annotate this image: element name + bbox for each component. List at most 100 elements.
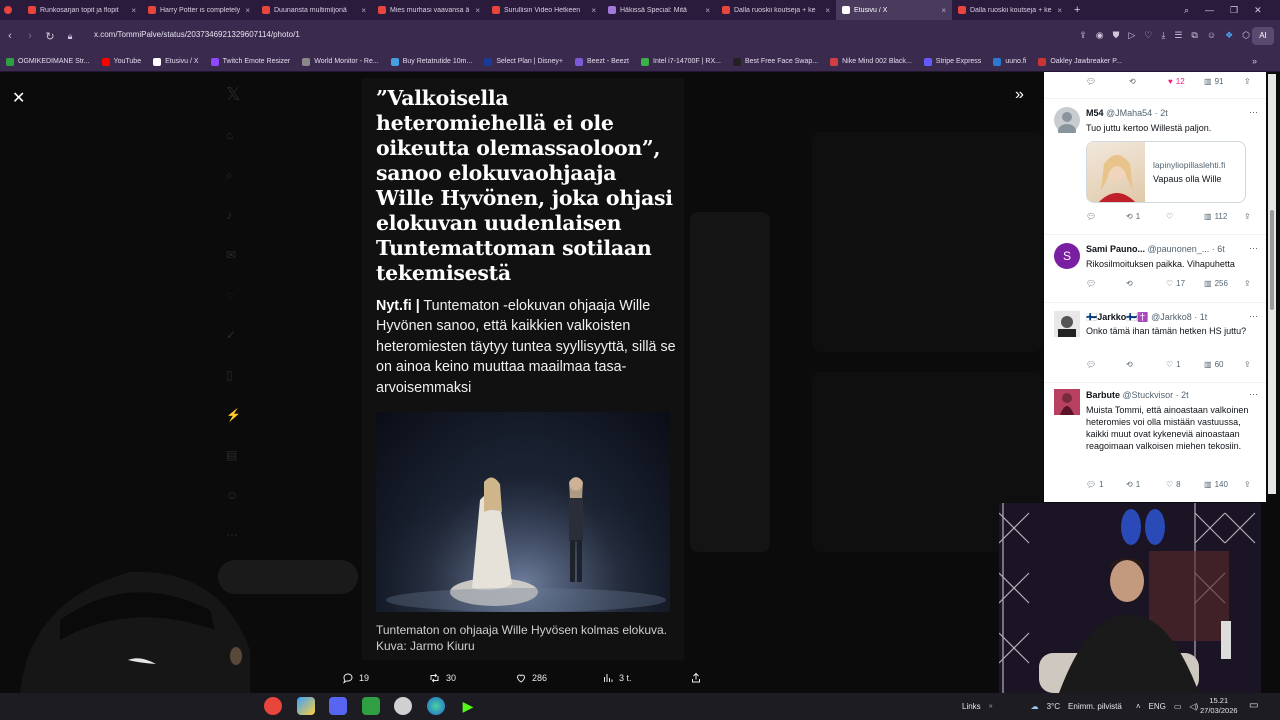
volume-icon[interactable]: ◁) (1189, 702, 1198, 711)
like-button[interactable]: ♡ 8 (1166, 480, 1181, 489)
opera-logo-icon[interactable] (0, 0, 22, 20)
chevron-right-icon[interactable]: » (1015, 86, 1024, 104)
bookmark-item[interactable]: Twitch Emote Resizer (205, 57, 297, 66)
shield-icon[interactable]: ⛊ (1113, 30, 1120, 41)
helmet-taskbar-icon[interactable] (394, 697, 412, 715)
share-icon[interactable]: ⇪ (1244, 212, 1251, 221)
edge-taskbar-icon[interactable] (427, 697, 445, 715)
browser-tab[interactable]: Mies murhasi vaavansa ä × (372, 0, 486, 20)
browser-tab[interactable]: Häkissä Special: Mitä × (602, 0, 716, 20)
repost-button[interactable]: ⟲ 1 (1126, 212, 1140, 221)
extensions-icon[interactable]: ⧉ (1191, 30, 1197, 41)
bookmark-item[interactable]: Buy Retatrutide 10m... (385, 57, 479, 66)
repost-icon[interactable]: ⟲ (1129, 77, 1136, 86)
opera-taskbar-icon[interactable] (264, 697, 282, 715)
share-icon[interactable]: ⇪ (1244, 360, 1251, 369)
bookmark-item[interactable]: Oakley Jawbreaker P... (1032, 57, 1127, 66)
replies-scroll-thumb[interactable] (1270, 210, 1274, 310)
bookmark-item[interactable]: Best Free Face Swap... (727, 57, 824, 66)
like-button[interactable]: ♡ 17 (1166, 279, 1185, 288)
reply-author[interactable]: Barbute @Stuckvisor · 2t (1086, 390, 1189, 400)
lang-indicator[interactable]: ENG (1149, 702, 1166, 711)
restore-icon[interactable]: ❐ (1230, 5, 1238, 16)
bookmark-item[interactable]: Nike Mind 002 Black... (824, 57, 918, 66)
reply-author[interactable]: Sami Pauno... @paunonen_... · 6t (1086, 244, 1225, 254)
top-views[interactable]: ▥ 91 (1204, 77, 1223, 86)
ext-blue-icon[interactable]: ❖ (1225, 30, 1233, 41)
reply-button[interactable]: 💬︎ 1 (1086, 480, 1104, 489)
avatar[interactable] (1054, 389, 1080, 415)
top-like[interactable]: ♥ 12 (1168, 77, 1185, 86)
links-chevron-icon[interactable]: » (989, 703, 993, 710)
repost-icon[interactable]: ⟲ (1126, 360, 1133, 369)
bookmark-item[interactable]: uuno.fi (987, 57, 1032, 66)
reply-icon[interactable]: 💬︎ (1086, 212, 1096, 221)
tab-close-icon[interactable]: × (825, 6, 830, 15)
avatar[interactable]: S (1054, 243, 1080, 269)
reply-icon[interactable]: 💬︎ (1086, 279, 1096, 288)
views-button[interactable]: ▥ 60 (1204, 360, 1223, 369)
reply-icon[interactable]: 💬︎ (1086, 77, 1096, 86)
terminal-taskbar-icon[interactable] (362, 697, 380, 715)
ai-button[interactable]: AI (1252, 27, 1274, 45)
tab-close-icon[interactable]: × (475, 6, 480, 15)
close-icon[interactable]: ✕ (12, 88, 25, 108)
like-button[interactable]: ♡ 1 (1166, 360, 1181, 369)
reply-item[interactable]: 🇫🇮Jarkko🇫🇮✝️ @Jarkko8 · 1t ⋯ Onko tämä i… (1044, 302, 1266, 382)
reply-item[interactable]: S Sami Pauno... @paunonen_... · 6t ⋯ Rik… (1044, 234, 1266, 302)
more-icon[interactable]: ⋯ (1249, 389, 1258, 400)
bookmark-item[interactable]: Select Plan | Disney+ (478, 57, 569, 66)
network-icon[interactable]: ▭ (1174, 702, 1182, 711)
tab-close-icon[interactable]: × (941, 6, 946, 15)
weather-text[interactable]: Enimm. pilvistä (1068, 702, 1122, 711)
url-field[interactable]: x.com/TommiPalve/status/2037346921329607… (94, 30, 300, 39)
new-tab-button[interactable]: + (1068, 0, 1086, 20)
bookmark-item[interactable]: Etusivu / X (147, 57, 204, 66)
views-button[interactable]: ▥ 112 (1204, 212, 1227, 221)
browser-tab[interactable]: Duunarista multimiljonä × (256, 0, 372, 20)
bookmark-item[interactable]: Intel i7-14700F | RX... (635, 57, 727, 66)
camera-icon[interactable]: ◉ (1096, 30, 1104, 41)
reply-author[interactable]: 🇫🇮Jarkko🇫🇮✝️ @Jarkko8 · 1t (1086, 312, 1207, 323)
like-button[interactable]: 286 (515, 672, 547, 684)
share-icon[interactable]: ⇪ (1244, 77, 1251, 86)
browser-tab[interactable]: Dalla ruoskii koutseja + ke × (952, 0, 1068, 20)
tab-close-icon[interactable]: × (1057, 6, 1062, 15)
repost-button[interactable]: 30 (428, 672, 456, 684)
minimize-icon[interactable]: — (1205, 5, 1214, 15)
notifications-icon[interactable]: ▭ (1249, 700, 1258, 711)
app-taskbar-icon[interactable] (297, 697, 315, 715)
menu-icon[interactable]: ☰ (1174, 30, 1182, 41)
share-page-icon[interactable]: ⇪ (1079, 30, 1087, 41)
more-icon[interactable]: ⋯ (1249, 243, 1258, 254)
views-button[interactable]: ▥ 256 (1204, 279, 1228, 288)
views-button[interactable]: 3 t. (602, 672, 632, 684)
more-icon[interactable]: ⋯ (1249, 107, 1258, 118)
back-icon[interactable]: ‹ (0, 30, 20, 42)
repost-icon[interactable]: ⟲ (1126, 279, 1133, 288)
browser-tab[interactable]: Dalla ruoskii koutseja + ke × (716, 0, 836, 20)
reply-author[interactable]: M54 @JMaha54 · 2t (1086, 108, 1168, 118)
bookmark-item[interactable]: World Monitor - Re... (296, 57, 384, 66)
bookmark-item[interactable]: OGMIKEDIMANE Str... (0, 57, 96, 66)
browser-tab[interactable]: Harry Potter is completely × (142, 0, 256, 20)
reply-button[interactable]: 19 (342, 672, 369, 684)
discord-taskbar-icon[interactable] (329, 697, 347, 715)
browser-tab[interactable]: Surullisin Video Hetkeen × (486, 0, 602, 20)
views-button[interactable]: ▥ 140 (1204, 480, 1228, 489)
share-icon[interactable]: ⇪ (1244, 279, 1251, 288)
tab-close-icon[interactable]: × (131, 6, 136, 15)
chevron-up-icon[interactable]: ˄ (1136, 702, 1141, 711)
bookmark-heart-icon[interactable]: ♡ (1144, 30, 1152, 41)
link-card[interactable]: lapinyliopillaslehti.fi Vapaus olla Will… (1086, 141, 1246, 203)
more-icon[interactable]: ⋯ (1249, 311, 1258, 322)
search-tabs-icon[interactable]: ⌕ (1184, 5, 1189, 16)
bookmark-item[interactable]: YouTube (96, 57, 148, 66)
browser-tab[interactable]: Etusivu / X × (836, 0, 952, 20)
tab-close-icon[interactable]: × (361, 6, 366, 15)
tab-close-icon[interactable]: × (705, 6, 710, 15)
reload-icon[interactable]: ↻ (40, 30, 60, 43)
avatar[interactable] (1054, 107, 1080, 138)
window-close-icon[interactable]: ✕ (1254, 5, 1262, 16)
heart-icon[interactable]: ♡ (1166, 212, 1173, 221)
